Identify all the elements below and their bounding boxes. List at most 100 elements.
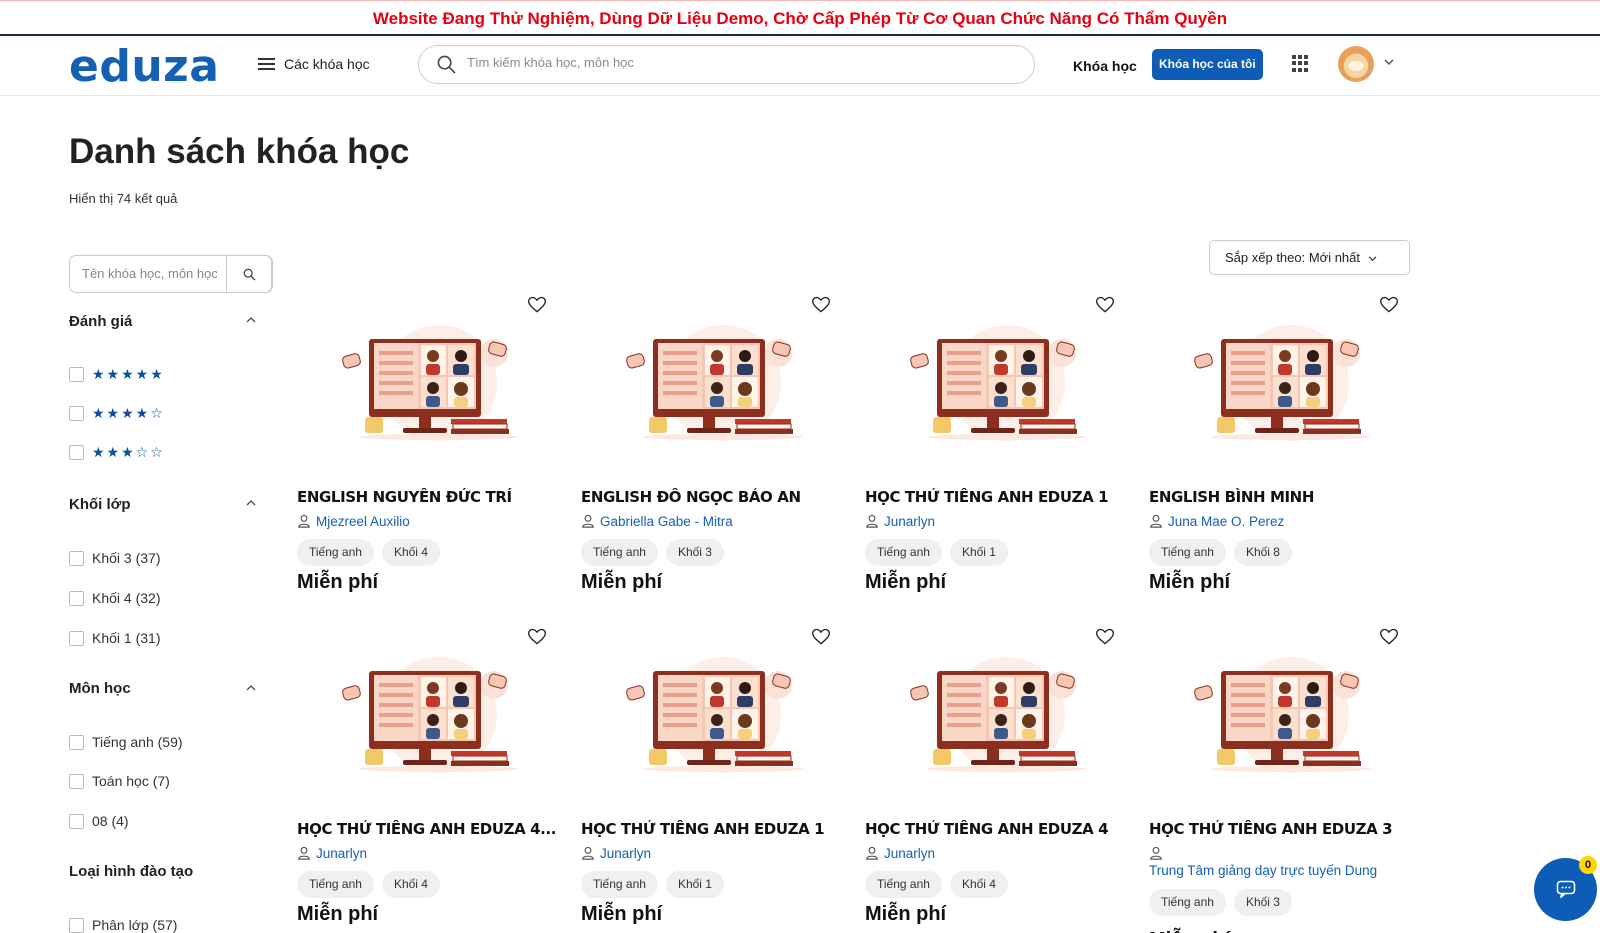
course-author-name[interactable]: Juna Mae O. Perez: [1168, 514, 1284, 529]
checkbox[interactable]: [69, 630, 84, 646]
course-author[interactable]: Junarlyn: [581, 846, 845, 861]
filter-training-option[interactable]: Phân lớp (57): [69, 917, 177, 933]
course-title[interactable]: ENGLISH NGUYỄN ĐỨC TRÍ: [297, 488, 561, 506]
course-tags: Tiếng anh Khối 1: [581, 871, 724, 898]
course-author-name[interactable]: Junarlyn: [316, 846, 367, 861]
heart-icon[interactable]: [811, 295, 831, 315]
filter-rating-5[interactable]: ★★★★★: [69, 366, 165, 383]
chat-button[interactable]: 0: [1534, 856, 1597, 921]
filter-subject-option[interactable]: Toán học (7): [69, 773, 170, 789]
subject-tag: Tiếng anh: [865, 871, 942, 898]
my-courses-button[interactable]: Khóa học của tôi: [1152, 49, 1263, 80]
course-card[interactable]: ENGLISH ĐỖ NGỌC BẢO AN Gabriella Gabe - M…: [581, 295, 845, 625]
course-thumbnail[interactable]: [339, 325, 519, 465]
filter-grade-option[interactable]: Khối 3 (37): [69, 550, 160, 566]
checkbox[interactable]: [69, 917, 84, 933]
rating-stars: ★★★★☆: [92, 405, 165, 421]
heart-icon[interactable]: [1379, 295, 1399, 315]
checkbox[interactable]: [69, 406, 84, 421]
course-title[interactable]: HỌC THỬ TIẾNG ANH EDUZA 4: [865, 820, 1129, 838]
course-title[interactable]: HỌC THỬ TIẾNG ANH EDUZA 3: [1149, 820, 1413, 838]
course-thumbnail[interactable]: [339, 657, 519, 797]
filter-option-label: Khối 3 (37): [92, 550, 161, 566]
course-title[interactable]: HỌC THỬ TIẾNG ANH EDUZA 1: [865, 488, 1129, 506]
checkbox[interactable]: [69, 590, 84, 606]
course-author-name[interactable]: Junarlyn: [884, 514, 935, 529]
course-author[interactable]: Juna Mae O. Perez: [1149, 514, 1413, 529]
heart-icon[interactable]: [1095, 627, 1115, 647]
heart-icon[interactable]: [527, 295, 547, 315]
course-card[interactable]: HỌC THỬ TIẾNG ANH EDUZA 3 Trung Tâm giảng…: [1149, 627, 1413, 933]
course-author-name[interactable]: Junarlyn: [884, 846, 935, 861]
filter-rating-3[interactable]: ★★★☆☆: [69, 444, 165, 461]
course-title[interactable]: HỌC THỬ TIẾNG ANH EDUZA 1: [581, 820, 845, 838]
page-title: Danh sách khóa học: [69, 132, 410, 171]
course-author[interactable]: Gabriella Gabe - Mitra: [581, 514, 845, 529]
heart-icon[interactable]: [811, 627, 831, 647]
chevron-down-icon[interactable]: [1383, 56, 1395, 68]
course-author[interactable]: Junarlyn: [865, 514, 1129, 529]
user-icon: [582, 846, 594, 860]
filter-rating-title[interactable]: Đánh giá: [69, 313, 132, 330]
course-author-name[interactable]: Gabriella Gabe - Mitra: [600, 514, 733, 529]
course-card[interactable]: HỌC THỬ TIẾNG ANH EDUZA 4 Junarlyn Tiếng a…: [865, 627, 1129, 933]
heart-icon[interactable]: [527, 627, 547, 647]
sort-dropdown[interactable]: Sắp xếp theo: Mới nhất: [1209, 240, 1410, 275]
course-author[interactable]: Mjezreel Auxilio: [297, 514, 561, 529]
course-title[interactable]: HỌC THỬ TIẾNG ANH EDUZA 4...: [297, 820, 561, 838]
filter-subject-option[interactable]: Tiếng anh (59): [69, 734, 183, 750]
course-card[interactable]: ENGLISH BÌNH MINH Juna Mae O. Perez Tiếng …: [1149, 295, 1413, 625]
nav-courses-link[interactable]: Khóa học: [1073, 58, 1137, 74]
heart-icon[interactable]: [1379, 627, 1399, 647]
heart-icon[interactable]: [1095, 295, 1115, 315]
course-author-name[interactable]: Mjezreel Auxilio: [316, 514, 410, 529]
subject-tag: Tiếng anh: [297, 539, 374, 566]
apps-grid-icon[interactable]: [1292, 55, 1309, 72]
course-card[interactable]: HỌC THỬ TIẾNG ANH EDUZA 4... Junarlyn Tiến…: [297, 627, 561, 933]
checkbox[interactable]: [69, 734, 84, 750]
chevron-up-icon[interactable]: [246, 316, 256, 324]
chevron-up-icon[interactable]: [246, 499, 256, 507]
sidebar-search-input[interactable]: [82, 266, 217, 281]
sidebar-search-button[interactable]: [226, 255, 272, 293]
course-thumbnail[interactable]: [1191, 325, 1371, 465]
user-icon: [866, 514, 878, 528]
course-card[interactable]: HỌC THỬ TIẾNG ANH EDUZA 1 Junarlyn Tiếng a…: [581, 627, 845, 933]
filter-grade-option[interactable]: Khối 1 (31): [69, 630, 160, 646]
course-card[interactable]: HỌC THỬ TIẾNG ANH EDUZA 1 Junarlyn Tiếng a…: [865, 295, 1129, 625]
checkbox[interactable]: [69, 367, 84, 382]
course-tags: Tiếng anh Khối 3: [581, 539, 724, 566]
checkbox[interactable]: [69, 813, 84, 829]
chevron-up-icon[interactable]: [246, 684, 256, 692]
course-author-name[interactable]: Trung Tâm giảng dạy trực tuyến Dung: [1149, 863, 1377, 878]
filter-subject-title[interactable]: Môn học: [69, 680, 131, 697]
course-title[interactable]: ENGLISH ĐỖ NGỌC BẢO AN: [581, 488, 845, 506]
course-thumbnail[interactable]: [907, 657, 1087, 797]
filter-grade-option[interactable]: Khối 4 (32): [69, 590, 160, 606]
course-title[interactable]: ENGLISH BÌNH MINH: [1149, 488, 1413, 506]
user-avatar[interactable]: [1338, 46, 1374, 82]
site-logo[interactable]: eduza: [69, 41, 219, 92]
course-thumbnail[interactable]: [623, 657, 803, 797]
filter-grade-title[interactable]: Khối lớp: [69, 496, 131, 513]
filter-subject-option[interactable]: 08 (4): [69, 813, 129, 829]
header-search-input[interactable]: [467, 55, 1007, 70]
course-card[interactable]: ENGLISH NGUYỄN ĐỨC TRÍ Mjezreel Auxilio Ti…: [297, 295, 561, 625]
subject-tag: Tiếng anh: [1149, 889, 1226, 916]
checkbox[interactable]: [69, 445, 84, 460]
course-author[interactable]: Trung Tâm giảng dạy trực tuyến Dung: [1149, 846, 1413, 878]
course-thumbnail[interactable]: [907, 325, 1087, 465]
filter-training-title[interactable]: Loại hình đào tạo: [69, 863, 193, 880]
filter-option-label: Phân lớp (57): [92, 917, 178, 933]
course-author[interactable]: Junarlyn: [865, 846, 1129, 861]
filter-rating-4[interactable]: ★★★★☆: [69, 405, 165, 422]
filter-option-label: Khối 4 (32): [92, 590, 161, 606]
courses-menu-button[interactable]: Các khóa học: [258, 56, 370, 72]
course-thumbnail[interactable]: [623, 325, 803, 465]
checkbox[interactable]: [69, 773, 84, 789]
course-author[interactable]: Junarlyn: [297, 846, 561, 861]
course-thumbnail[interactable]: [1191, 657, 1371, 797]
checkbox[interactable]: [69, 550, 84, 566]
user-icon: [1150, 514, 1162, 528]
course-author-name[interactable]: Junarlyn: [600, 846, 651, 861]
